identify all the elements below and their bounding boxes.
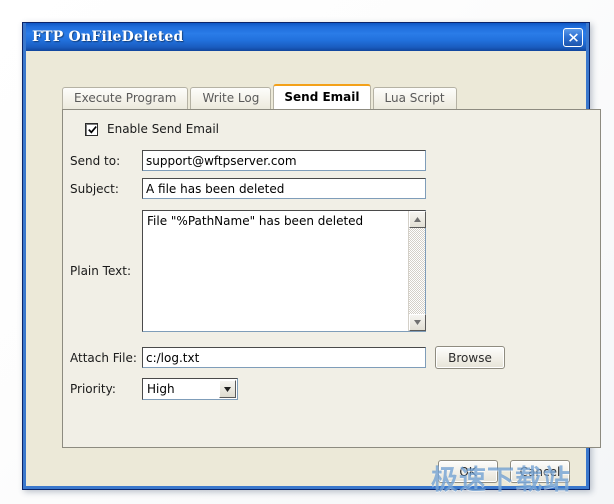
- plain-text-label: Plain Text:: [70, 264, 131, 278]
- title-bar[interactable]: FTP OnFileDeleted: [23, 23, 589, 51]
- subject-label: Subject:: [70, 181, 119, 196]
- enable-send-email-row: Enable Send Email: [85, 122, 219, 136]
- send-to-input[interactable]: [142, 150, 426, 171]
- subject-input[interactable]: [142, 178, 426, 199]
- attach-file-input[interactable]: [142, 347, 426, 368]
- close-button[interactable]: [563, 27, 583, 47]
- tab-write-log[interactable]: Write Log: [190, 87, 272, 109]
- priority-row: Priority: High: [70, 378, 238, 400]
- priority-label: Priority:: [70, 382, 116, 396]
- tab-strip: Execute Program Write Log Send Email Lua…: [62, 84, 459, 109]
- enable-send-email-checkbox[interactable]: [85, 122, 98, 136]
- tab-execute-program[interactable]: Execute Program: [62, 87, 189, 109]
- scroll-up-button[interactable]: [409, 211, 426, 228]
- attach-file-label: Attach File:: [70, 350, 137, 365]
- cancel-button[interactable]: Cancel: [510, 460, 570, 483]
- subject-row: Subject:: [70, 178, 426, 199]
- tab-send-email[interactable]: Send Email: [273, 84, 371, 109]
- window-title: FTP OnFileDeleted: [32, 29, 184, 45]
- checkmark-icon: [88, 125, 97, 134]
- plain-text-area-wrapper: [142, 210, 426, 332]
- scroll-down-button[interactable]: [409, 314, 426, 331]
- attach-file-row: Attach File: Browse: [70, 346, 505, 369]
- send-email-panel: Enable Send Email Send to: Subject: Plai…: [62, 109, 601, 448]
- tab-lua-script[interactable]: Lua Script: [372, 87, 457, 109]
- priority-selected-value: High: [147, 382, 175, 396]
- ok-button[interactable]: OK: [438, 460, 498, 483]
- plain-text-scrollbar[interactable]: [408, 211, 426, 331]
- chevron-down-icon[interactable]: [219, 380, 236, 398]
- send-to-row: Send to:: [70, 150, 426, 171]
- browse-button[interactable]: Browse: [435, 346, 505, 369]
- arrow-up-icon: [414, 217, 421, 222]
- plain-text-row: Plain Text:: [70, 210, 426, 332]
- close-icon: [568, 32, 578, 42]
- plain-text-input[interactable]: [143, 211, 408, 331]
- send-to-label: Send to:: [70, 153, 121, 168]
- dialog-window: FTP OnFileDeleted Execute Program Write …: [22, 22, 601, 490]
- enable-send-email-label: Enable Send Email: [107, 122, 220, 136]
- priority-dropdown[interactable]: High: [142, 378, 238, 400]
- dialog-client-area: Execute Program Write Log Send Email Lua…: [26, 51, 601, 486]
- arrow-down-icon: [414, 320, 421, 325]
